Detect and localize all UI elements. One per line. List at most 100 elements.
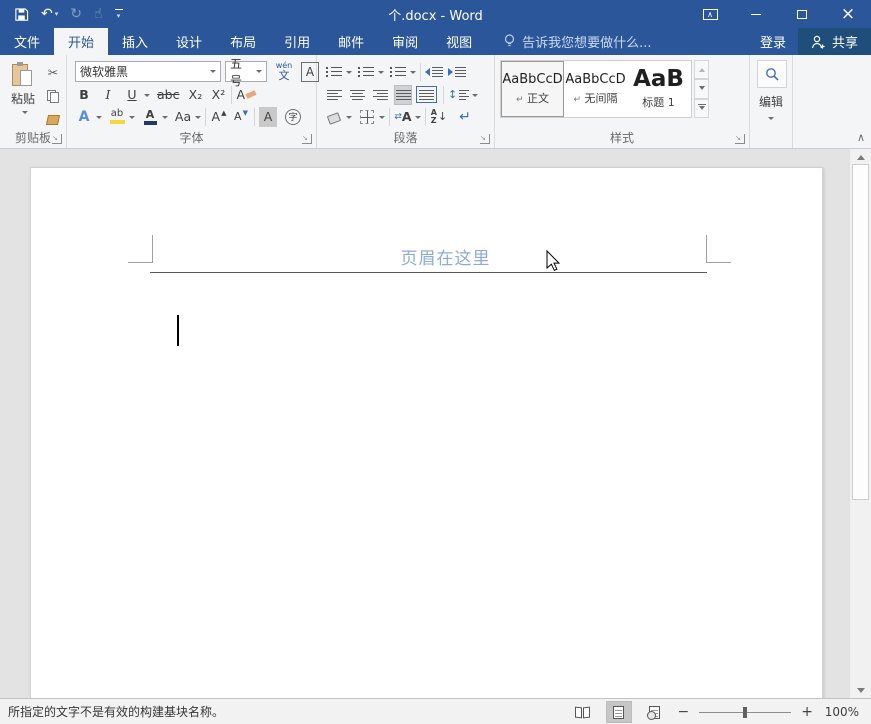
style-heading-1[interactable]: AaB 标题 1 (627, 61, 690, 117)
font-dialog-launcher-icon[interactable]: ↘ (302, 134, 312, 144)
subscript-button[interactable]: X₂ (186, 85, 204, 105)
change-case-button[interactable]: Aa (174, 107, 192, 127)
shading-dropdown-icon[interactable] (346, 116, 352, 122)
tab-review[interactable]: 审阅 (378, 28, 432, 55)
tab-view[interactable]: 视图 (432, 28, 486, 55)
web-layout-icon (649, 706, 660, 719)
zoom-slider[interactable] (699, 705, 791, 719)
print-layout-button[interactable] (606, 701, 632, 723)
scroll-up-icon[interactable] (850, 149, 871, 164)
styles-scroll-down-icon[interactable] (694, 79, 709, 98)
line-spacing-arrows-icon: ↕ (448, 88, 457, 101)
italic-button[interactable]: I (99, 85, 117, 105)
change-case-dropdown-icon[interactable] (195, 116, 201, 122)
vertical-scrollbar[interactable] (849, 149, 871, 698)
styles-gallery-scroll (694, 60, 709, 118)
font-color-dropdown-icon[interactable] (162, 116, 168, 122)
font-color-button[interactable]: A (141, 107, 159, 127)
underline-dropdown-icon[interactable] (144, 94, 150, 100)
text-effects-button[interactable]: A (75, 107, 93, 127)
tab-references[interactable]: 引用 (270, 28, 324, 55)
sort-button[interactable]: A Z ↓ (430, 107, 448, 127)
underline-button[interactable]: U (123, 85, 141, 105)
strikethrough-button[interactable]: abc (157, 85, 179, 105)
minimize-button[interactable] (733, 0, 779, 28)
tab-insert[interactable]: 插入 (108, 28, 162, 55)
enclose-characters-button[interactable]: 字 (284, 107, 302, 127)
shading-button[interactable] (325, 107, 343, 127)
cut-icon[interactable]: ✂ (44, 62, 62, 82)
page-header-text[interactable]: 页眉在这里 (150, 244, 707, 269)
close-button[interactable]: × (825, 0, 871, 28)
line-spacing-button[interactable]: ↕ (448, 85, 469, 105)
borders-button[interactable] (358, 107, 376, 127)
align-left-button[interactable] (325, 85, 343, 105)
maximize-button[interactable] (779, 0, 825, 28)
styles-scroll-up-icon[interactable] (694, 60, 709, 79)
highlight-color-button[interactable]: ab (108, 107, 126, 127)
sign-in-button[interactable]: 登录 (748, 28, 798, 55)
line-spacing-dropdown-icon[interactable] (472, 94, 478, 100)
web-layout-button[interactable] (642, 701, 668, 723)
clipboard-dialog-launcher-icon[interactable]: ↘ (52, 134, 62, 144)
highlight-dropdown-icon[interactable] (129, 116, 135, 122)
decrease-indent-button[interactable] (425, 62, 443, 82)
font-name-combo[interactable]: 微软雅黑 (75, 61, 221, 82)
tab-mailings[interactable]: 邮件 (324, 28, 378, 55)
zoom-out-button[interactable]: − (678, 704, 690, 720)
multilevel-list-button[interactable] (389, 62, 407, 82)
read-mode-button[interactable] (570, 701, 596, 723)
show-hide-marks-button[interactable]: ↵ (456, 107, 474, 127)
numbering-button[interactable] (357, 62, 375, 82)
style-no-spacing[interactable]: AaBbCcD ↵ 无间隔 (564, 61, 627, 117)
asian-layout-button[interactable]: ⇄ A (394, 107, 412, 127)
document-canvas[interactable]: 页眉在这里 (0, 149, 871, 698)
editing-dropdown-icon[interactable] (768, 117, 774, 123)
multilevel-dropdown-icon[interactable] (410, 71, 416, 77)
styles-more-icon[interactable] (694, 99, 709, 118)
styles-dialog-launcher-icon[interactable]: ↘ (735, 134, 745, 144)
tab-file[interactable]: 文件 (0, 28, 54, 55)
zoom-level[interactable]: 100% (823, 705, 859, 719)
text-effects-dropdown-icon[interactable] (96, 116, 102, 122)
character-shading-button[interactable]: A (259, 107, 277, 127)
clear-formatting-button[interactable]: A (236, 85, 256, 105)
tell-me-box[interactable]: 告诉我您想要做什么... (504, 28, 651, 55)
find-button[interactable] (757, 60, 787, 88)
ribbon-display-options-button[interactable]: ∧ (687, 0, 733, 28)
shrink-font-button[interactable]: A ▼ (232, 107, 250, 127)
asian-layout-dropdown-icon[interactable] (415, 116, 421, 122)
scrollbar-thumb[interactable] (852, 164, 869, 500)
bullets-button[interactable] (325, 62, 343, 82)
copy-icon[interactable] (44, 86, 62, 106)
editing-group-label[interactable]: 编辑 (750, 93, 792, 110)
align-center-button[interactable] (348, 85, 366, 105)
bullets-dropdown-icon[interactable] (346, 71, 352, 77)
format-painter-icon[interactable] (44, 110, 62, 130)
numbering-dropdown-icon[interactable] (378, 71, 384, 77)
scroll-down-icon[interactable] (850, 683, 871, 698)
share-button[interactable]: 共享 (798, 28, 871, 55)
tab-design[interactable]: 设计 (162, 28, 216, 55)
collapse-ribbon-icon[interactable]: ∧ (857, 131, 865, 144)
grow-font-button[interactable]: A ▲ (210, 107, 228, 127)
justify-button[interactable] (394, 85, 412, 105)
increase-indent-button[interactable] (448, 62, 466, 82)
distribute-button[interactable] (417, 85, 435, 105)
paste-dropdown-icon[interactable] (22, 111, 28, 117)
group-editing: 编辑 (750, 55, 793, 148)
borders-dropdown-icon[interactable] (379, 116, 385, 122)
tab-layout[interactable]: 布局 (216, 28, 270, 55)
font-size-combo[interactable]: 五号 (225, 61, 267, 82)
phonetic-guide-icon[interactable]: wén 文 (275, 62, 293, 82)
zoom-slider-thumb[interactable] (743, 707, 747, 718)
bold-button[interactable]: B (75, 85, 93, 105)
zoom-in-button[interactable]: + (801, 704, 813, 720)
style-normal[interactable]: AaBbCcD ↵ 正文 (501, 61, 564, 117)
paste-icon (12, 62, 34, 88)
align-right-button[interactable] (371, 85, 389, 105)
paste-button[interactable]: 粘贴 (6, 62, 40, 124)
superscript-button[interactable]: X² (209, 85, 227, 105)
paragraph-dialog-launcher-icon[interactable]: ↘ (480, 134, 490, 144)
tab-home[interactable]: 开始 (54, 28, 108, 55)
